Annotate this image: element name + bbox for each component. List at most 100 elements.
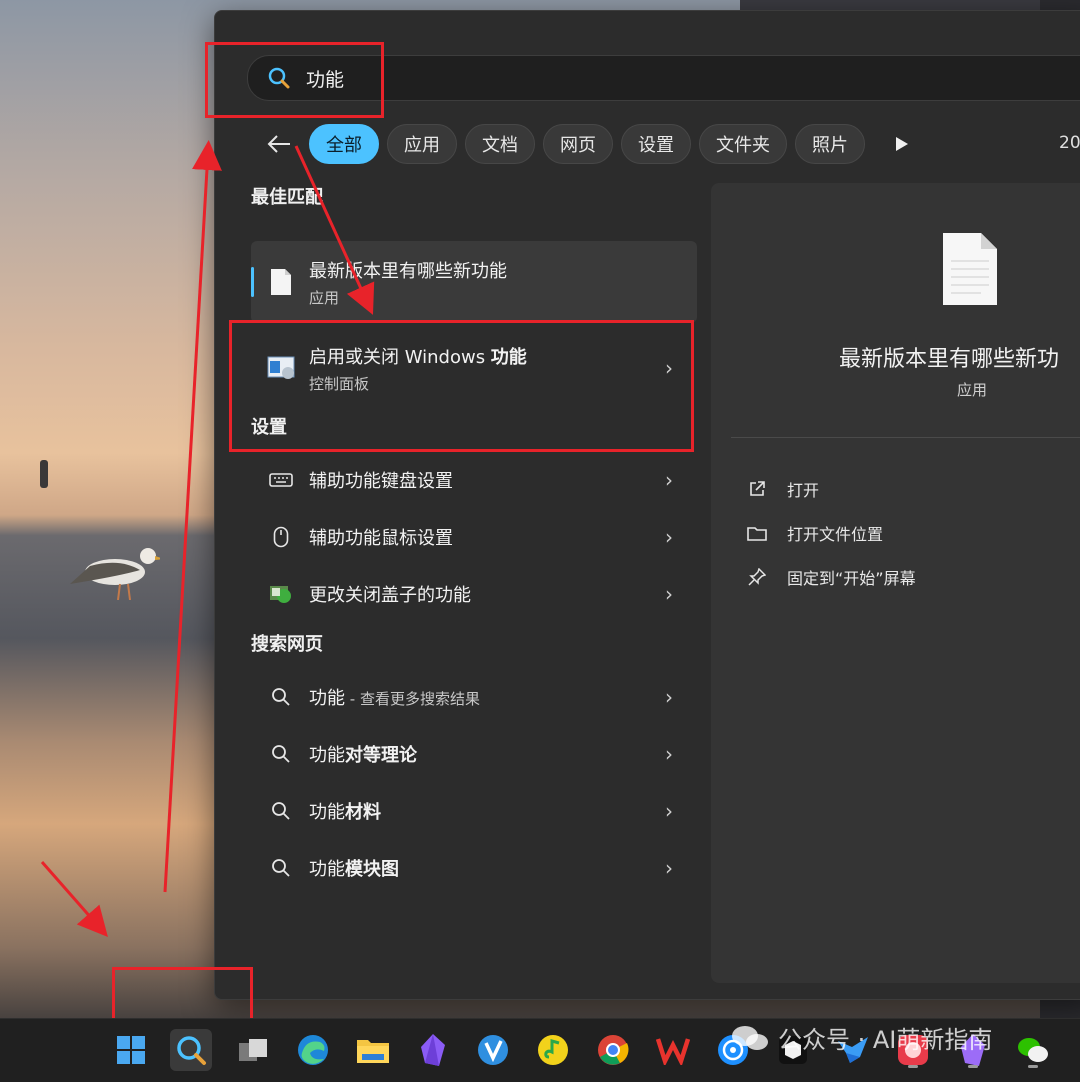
search-icon [267, 797, 295, 825]
section-title-settings: 设置 [251, 417, 287, 438]
web-result-query: 功能 [309, 858, 345, 880]
action-open[interactable]: 打开 [747, 477, 819, 501]
result-best-match[interactable]: 最新版本里有哪些新功能 应用 [251, 241, 697, 323]
arrow-left-icon [267, 135, 290, 153]
web-result-completion: 对等理论 [345, 744, 417, 766]
preview-pane: 最新版本里有哪些新功 应用 打开 打开文件位置 固定到“开始”屏幕 [711, 183, 1080, 983]
taskbar-app-chrome[interactable] [592, 1029, 634, 1071]
wechat-logo-icon [732, 1025, 768, 1050]
result-mouse-settings[interactable]: 辅助功能鼠标设置 › [251, 508, 697, 565]
preview-subtitle: 应用 [957, 381, 988, 399]
web-result-suggestion[interactable]: 功能模块图 › [251, 839, 697, 896]
folder-icon [747, 523, 767, 543]
taskbar-app-edge[interactable] [292, 1029, 334, 1071]
music-icon [538, 1035, 568, 1065]
result-windows-features[interactable]: 启用或关闭 Windows 功能 控制面板 › [251, 323, 697, 413]
result-lid-settings[interactable]: 更改关闭盖子的功能 › [251, 565, 697, 622]
background-window-strip [740, 0, 1080, 10]
action-pin-to-start[interactable]: 固定到“开始”屏幕 [747, 565, 916, 589]
taskbar-app-music[interactable] [532, 1029, 574, 1071]
taskbar-app-wps[interactable] [652, 1029, 694, 1071]
search-box[interactable] [247, 55, 1080, 101]
chevron-right-icon: › [665, 684, 673, 709]
taskbar-search-button[interactable] [170, 1029, 212, 1071]
filter-chip-folders[interactable]: 文件夹 [699, 124, 787, 164]
v-logo-icon [478, 1035, 508, 1065]
document-icon [267, 268, 295, 296]
crystal-icon [421, 1034, 445, 1066]
filter-chip-web[interactable]: 网页 [543, 124, 613, 164]
more-filters-button[interactable] [887, 124, 917, 164]
watermark: 公众号 · AI萌新指南 [730, 1020, 992, 1055]
result-keyboard-settings[interactable]: 辅助功能键盘设置 › [251, 451, 697, 508]
web-result-suffix: - 查看更多搜索结果 [345, 689, 480, 708]
search-icon [267, 740, 295, 768]
wps-icon [656, 1038, 690, 1065]
web-result-query: 功能 [309, 744, 345, 766]
search-icon [177, 1036, 206, 1065]
chrome-icon [598, 1035, 629, 1065]
taskbar-app-wechat[interactable] [1012, 1029, 1054, 1071]
selection-indicator [251, 267, 254, 297]
edge-icon [298, 1035, 328, 1065]
preview-title: 最新版本里有哪些新功 [839, 347, 1060, 372]
web-result-more[interactable]: 功能 - 查看更多搜索结果 › [251, 668, 697, 725]
running-indicator [908, 1065, 918, 1068]
folder-icon [357, 1040, 389, 1063]
chevron-right-icon: › [665, 855, 673, 880]
web-result-suggestion[interactable]: 功能材料 › [251, 782, 697, 839]
taskbar-app-file-explorer[interactable] [352, 1029, 394, 1071]
search-icon [267, 683, 295, 711]
search-input[interactable] [304, 66, 808, 90]
search-icon [268, 67, 290, 89]
action-label: 打开文件位置 [787, 525, 884, 544]
mouse-icon [267, 523, 295, 551]
preview-divider [731, 437, 1080, 438]
pin-icon [747, 567, 767, 587]
result-title: 最新版本里有哪些新功能 [309, 260, 507, 282]
document-icon [943, 233, 997, 305]
play-icon [896, 137, 908, 151]
filter-chip-all[interactable]: 全部 [309, 124, 379, 164]
result-count: 200 [1059, 133, 1080, 153]
result-title-prefix: 启用或关闭 Windows [309, 346, 491, 368]
result-title: 辅助功能键盘设置 [309, 470, 453, 492]
result-title: 更改关闭盖子的功能 [309, 584, 471, 606]
filter-chip-apps[interactable]: 应用 [387, 124, 457, 164]
result-title: 辅助功能鼠标设置 [309, 527, 453, 549]
task-view-icon [239, 1039, 267, 1061]
task-view-button[interactable] [232, 1029, 274, 1071]
watermark-text: 公众号 · AI萌新指南 [778, 1026, 993, 1054]
chevron-right-icon: › [665, 524, 673, 549]
search-icon [267, 854, 295, 882]
running-indicator [1028, 1065, 1038, 1068]
chevron-right-icon: › [665, 798, 673, 823]
filter-bar: 全部 应用 文档 网页 设置 文件夹 照片 [259, 123, 917, 165]
web-result-query: 功能 [309, 687, 345, 709]
filter-chip-settings[interactable]: 设置 [621, 124, 691, 164]
taskbar-app-obsidian[interactable] [412, 1029, 454, 1071]
taskbar-app-vpn[interactable] [472, 1029, 514, 1071]
action-label: 打开 [787, 481, 820, 500]
chevron-right-icon: › [665, 356, 673, 380]
result-subtitle: 控制面板 [309, 374, 370, 393]
web-result-query: 功能 [309, 801, 345, 823]
chevron-right-icon: › [665, 741, 673, 766]
section-title-best-match: 最佳匹配 [251, 187, 323, 208]
chevron-right-icon: › [665, 581, 673, 606]
control-panel-icon [267, 354, 295, 382]
action-open-file-location[interactable]: 打开文件位置 [747, 521, 883, 545]
wallpaper-seagull [70, 548, 160, 600]
search-panel: 全部 应用 文档 网页 设置 文件夹 照片 200 最佳匹配 最新版本里有哪些新… [214, 10, 1080, 1000]
power-settings-icon [267, 580, 295, 608]
start-button[interactable] [110, 1029, 152, 1071]
running-indicator [968, 1065, 978, 1068]
filter-chip-documents[interactable]: 文档 [465, 124, 535, 164]
filter-chip-photos[interactable]: 照片 [795, 124, 865, 164]
web-result-suggestion[interactable]: 功能对等理论 › [251, 725, 697, 782]
results-list: 最佳匹配 最新版本里有哪些新功能 应用 启用或关闭 Windows 功能 控制面… [251, 183, 697, 896]
wallpaper-person [40, 460, 48, 488]
back-button[interactable] [259, 124, 299, 164]
web-result-completion: 模块图 [345, 858, 399, 880]
keyboard-icon [267, 466, 295, 494]
